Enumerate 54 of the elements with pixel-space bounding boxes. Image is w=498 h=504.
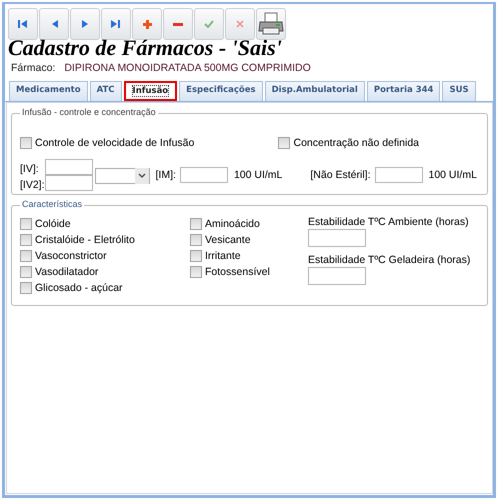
printer-icon <box>258 12 284 36</box>
field-label: [IM]: <box>156 169 176 181</box>
next-button[interactable] <box>70 8 100 40</box>
checkbox[interactable]: Controle de velocidade de Infusão <box>20 135 194 151</box>
check-icon <box>204 20 214 28</box>
last-icon <box>111 20 121 28</box>
checkbox[interactable]: Irritante <box>190 248 308 264</box>
field-label: Estabilidade TºC Ambiente (horas) <box>308 216 470 228</box>
tab[interactable]: Portaria 344 <box>366 81 440 101</box>
checkbox[interactable]: Fotossensível <box>190 264 308 280</box>
input-field[interactable] <box>308 267 366 285</box>
field-label: Estabilidade TºC Geladeira (horas) <box>308 254 470 266</box>
minus-icon <box>173 22 183 26</box>
first-button[interactable] <box>8 8 38 40</box>
field-label: [IV]: <box>20 162 40 174</box>
checkbox[interactable]: Colóide <box>20 216 190 232</box>
group-legend: Características <box>20 199 84 209</box>
close-icon <box>236 20 244 28</box>
input-field[interactable] <box>180 167 228 183</box>
dropdown[interactable] <box>94 168 150 184</box>
tab[interactable]: ATC <box>90 81 122 101</box>
tab[interactable]: Infusão <box>124 81 178 101</box>
plus-icon <box>142 20 152 28</box>
field-label: [IV2]: <box>20 178 45 190</box>
drug-name: DIPIRONA MONOIDRATADA 500MG COMPRIMIDO <box>64 62 311 74</box>
checkbox[interactable]: Aminoácido <box>190 216 308 232</box>
last-button[interactable] <box>101 8 131 40</box>
print-button[interactable] <box>256 8 286 40</box>
add-button[interactable] <box>132 8 162 40</box>
checkbox[interactable]: Concentração não definida <box>278 135 419 151</box>
input-field[interactable] <box>374 167 422 183</box>
first-icon <box>18 20 28 28</box>
field-label: [Não Estéril]: <box>310 169 370 181</box>
tab[interactable]: Disp.Ambulatorial <box>264 81 365 101</box>
drug-label: Fármaco: <box>11 62 56 74</box>
group-legend: Infusão - controle e concentração <box>20 107 158 117</box>
tab[interactable]: Medicamento <box>9 81 88 101</box>
checkbox[interactable]: Vasodilatador <box>20 264 190 280</box>
input-field[interactable] <box>44 175 93 191</box>
checkbox[interactable]: Glicosado - açúcar <box>20 280 190 296</box>
remove-button[interactable] <box>163 8 193 40</box>
checkbox[interactable]: Vasoconstrictor <box>20 248 190 264</box>
prev-button[interactable] <box>39 8 69 40</box>
tab[interactable]: Especificações <box>179 81 263 101</box>
input-field[interactable] <box>44 159 93 175</box>
input-field[interactable] <box>308 229 366 247</box>
tab[interactable]: SUS <box>442 81 476 101</box>
next-icon <box>82 20 88 28</box>
previous-icon <box>50 20 58 28</box>
unit-label: 100 UI/mL <box>234 169 282 181</box>
unit-label: 100 UI/mL <box>428 169 477 181</box>
checkbox[interactable]: Cristalóide - Eletrólito <box>20 232 190 248</box>
page-title: Cadastro de Fármacos - 'Sais' <box>8 37 283 59</box>
checkbox[interactable]: Vesicante <box>190 232 308 248</box>
